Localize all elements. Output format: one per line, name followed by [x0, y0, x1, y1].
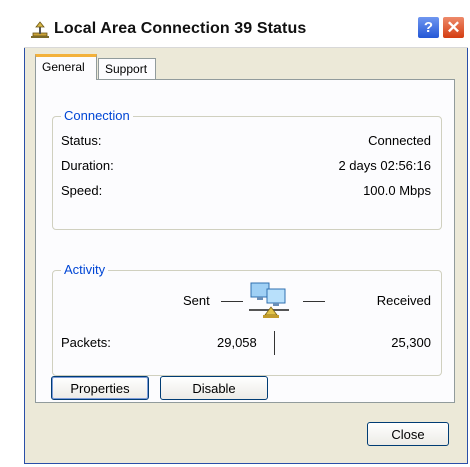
duration-value: 2 days 02:56:16 [338, 158, 431, 173]
general-tab-panel: Connection Status: Connected Duration: 2… [35, 79, 455, 403]
status-value: Connected [368, 133, 431, 148]
help-button[interactable]: ? [417, 16, 440, 39]
sent-label: Sent [183, 293, 210, 308]
packets-sent-value: 29,058 [217, 335, 257, 350]
title-bar[interactable]: Local Area Connection 39 Status ? ✕ [24, 12, 468, 48]
title-close-button[interactable]: ✕ [442, 16, 465, 39]
network-activity-icon [249, 282, 289, 318]
tab-support[interactable]: Support [98, 58, 156, 80]
connection-group-label: Connection [61, 108, 133, 123]
received-connector-line [303, 301, 325, 302]
speed-value: 100.0 Mbps [363, 183, 431, 198]
received-label: Received [376, 293, 431, 308]
packets-divider [274, 331, 275, 355]
activity-group: Activity Sent Received Packets: 29,058 2… [52, 262, 442, 376]
close-button[interactable]: Close [367, 422, 449, 446]
disable-button[interactable]: Disable [160, 376, 268, 400]
sent-connector-line [221, 301, 243, 302]
duration-label: Duration: [61, 158, 114, 173]
speed-label: Speed: [61, 183, 103, 198]
tab-general[interactable]: General [35, 54, 97, 80]
packets-received-value: 25,300 [391, 335, 431, 350]
activity-group-label: Activity [61, 262, 109, 277]
packets-label: Packets: [61, 335, 111, 350]
network-connection-icon [31, 21, 49, 38]
connection-group: Connection Status: Connected Duration: 2… [52, 108, 442, 230]
properties-button[interactable]: Properties [51, 376, 149, 400]
window-title: Local Area Connection 39 Status [54, 20, 307, 37]
status-dialog: Local Area Connection 39 Status ? ✕ Gene… [24, 12, 468, 464]
status-label: Status: [61, 133, 102, 148]
